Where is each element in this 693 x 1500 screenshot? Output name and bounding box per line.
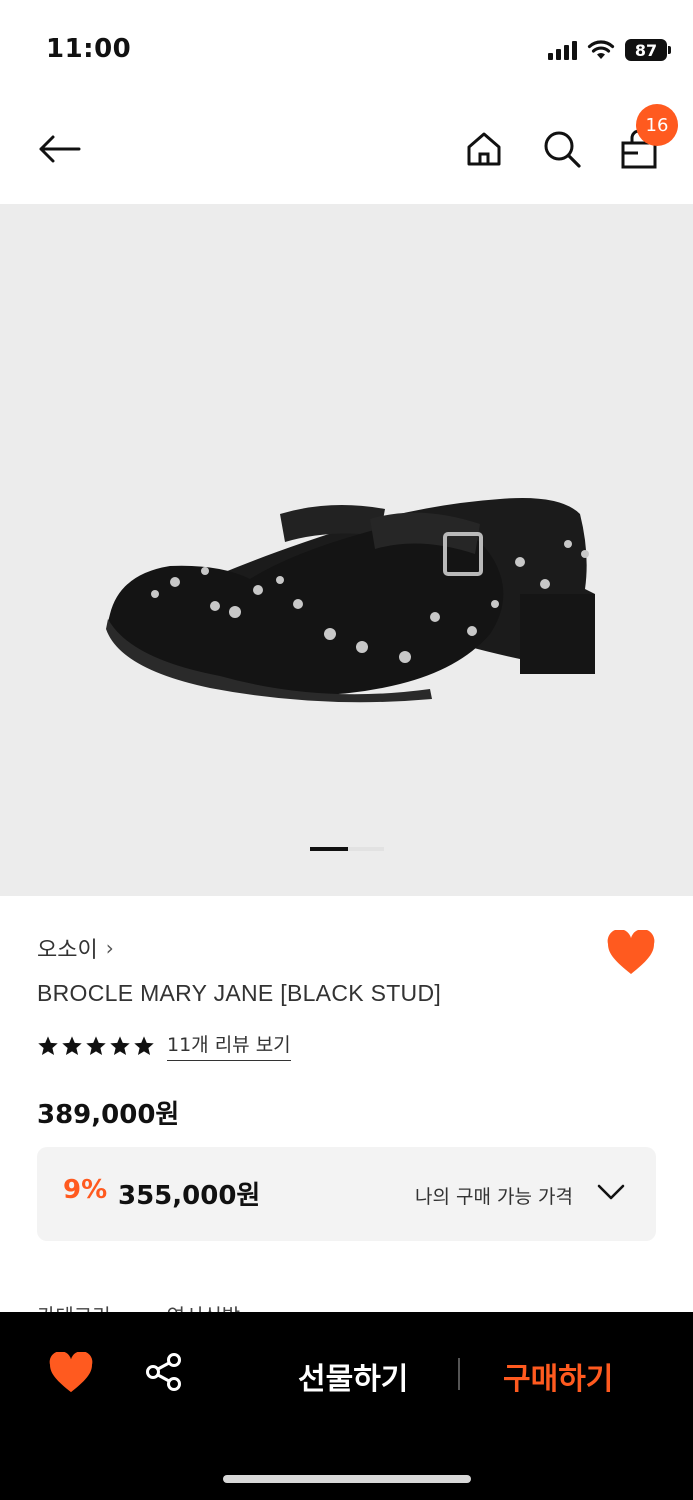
share-button[interactable]: [144, 1352, 188, 1396]
cart-count-badge: 16: [636, 104, 678, 146]
review-link[interactable]: 11개 리뷰 보기: [167, 1030, 291, 1061]
chevron-right-icon: ›: [105, 936, 114, 960]
pager-indicator: [348, 847, 384, 851]
gift-button[interactable]: 선물하기: [298, 1354, 408, 1398]
divider: [458, 1358, 460, 1390]
product-name: BROCLE MARY JANE [BLACK STUD]: [37, 980, 442, 1006]
brand-link[interactable]: 오소이 ›: [37, 932, 114, 964]
heart-icon: [607, 929, 655, 974]
status-bar: 11:00 87: [0, 0, 693, 100]
sale-price: 355,000원: [118, 1181, 261, 1211]
status-time: 11:00: [46, 34, 132, 64]
my-price-dropdown[interactable]: 9% 355,000원 나의 구매 가능 가격: [37, 1147, 656, 1241]
product-image-gallery[interactable]: [0, 204, 693, 896]
share-icon: [146, 1353, 181, 1391]
buy-button[interactable]: 구매하기: [503, 1354, 613, 1398]
star-icon: [110, 1035, 130, 1055]
discount-rate: 9%: [63, 1175, 108, 1205]
brand-name: 오소이: [37, 938, 98, 963]
like-button[interactable]: [48, 1351, 94, 1396]
home-indicator[interactable]: [223, 1475, 471, 1483]
status-icons: 87: [548, 38, 671, 62]
star-icon: [62, 1035, 82, 1055]
top-navigation: [0, 100, 693, 204]
product-image: [106, 498, 595, 703]
home-icon: [467, 132, 501, 166]
star-icon: [38, 1035, 58, 1055]
star-rating: [37, 1035, 155, 1057]
original-price: 389,000원: [37, 1100, 180, 1130]
battery-level: 87: [634, 40, 658, 60]
wishlist-button[interactable]: [606, 929, 656, 978]
signal-icon: [548, 40, 577, 60]
search-icon: [544, 131, 581, 168]
back-button[interactable]: [34, 124, 84, 174]
bottom-action-bar: 선물하기 구매하기: [0, 1312, 693, 1500]
wifi-icon: [587, 40, 615, 59]
star-icon: [134, 1035, 154, 1055]
back-arrow-icon: [39, 135, 81, 163]
pager-indicator-active: [310, 847, 348, 851]
gallery-pager: [310, 847, 384, 851]
home-button[interactable]: [459, 124, 509, 174]
battery-icon: 87: [625, 39, 671, 61]
rating-row: 11개 리뷰 보기: [37, 1030, 291, 1061]
heart-icon: [49, 1351, 93, 1393]
my-price-label: 나의 구매 가능 가격: [415, 1186, 573, 1208]
chevron-down-icon: [597, 1184, 625, 1200]
search-button[interactable]: [537, 124, 587, 174]
star-icon: [86, 1035, 106, 1055]
